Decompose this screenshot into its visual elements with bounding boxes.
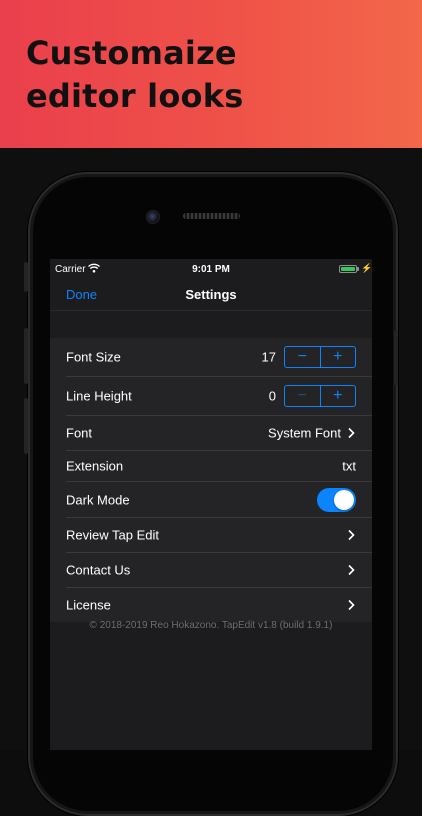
copyright-footer: © 2018-2019 Reo Hokazono. TapEdit v1.8 (… [89, 620, 333, 631]
status-time: 9:01 PM [192, 264, 230, 275]
dark-mode-toggle[interactable] [317, 487, 356, 512]
dark-mode-label: Dark Mode [66, 492, 130, 507]
font-size-label: Font Size [66, 349, 121, 365]
license-label: License [66, 597, 111, 613]
phone-screen: Carrier 9:01 PM ⚡ Done Settings Font Siz… [50, 259, 372, 750]
line-height-value: 0 [268, 388, 276, 404]
page-title: Settings [185, 287, 237, 302]
line-height-increment-button[interactable]: + [319, 386, 356, 406]
license-row[interactable]: License [66, 588, 372, 622]
promo-banner: Customaize editor looks [0, 0, 422, 148]
font-label: Font [66, 425, 93, 441]
toggle-knob [334, 489, 354, 510]
line-height-decrement-button[interactable]: − [285, 386, 320, 406]
chevron-right-icon [348, 427, 355, 439]
font-row[interactable]: Font System Font [66, 416, 372, 451]
line-height-row: Line Height 0 − + [66, 377, 372, 416]
mute-switch [24, 262, 28, 292]
contact-label: Contact Us [66, 562, 131, 578]
font-value: System Font [268, 425, 341, 441]
settings-list: Font Size 17 − + Line Height 0 − + Font … [50, 338, 372, 622]
chevron-right-icon [348, 599, 355, 611]
promo-headline-line2: editor looks [26, 77, 244, 115]
navigation-bar: Done Settings [50, 279, 372, 311]
extension-label: Extension [66, 458, 124, 474]
dark-mode-row: Dark Mode [66, 482, 372, 518]
battery-fill [341, 267, 355, 271]
extension-value: txt [342, 458, 356, 474]
volume-up-button [24, 328, 28, 384]
font-size-value: 17 [261, 349, 276, 365]
promo-headline-line1: Customaize [26, 34, 237, 72]
line-height-label: Line Height [66, 388, 132, 404]
contact-row[interactable]: Contact Us [66, 553, 372, 588]
chevron-right-icon [348, 529, 355, 541]
chevron-right-icon [348, 564, 355, 576]
promo-headline: Customaize editor looks [26, 32, 243, 118]
font-size-increment-button[interactable]: + [319, 347, 356, 367]
extension-row: Extension txt [66, 451, 372, 482]
status-bar: Carrier 9:01 PM ⚡ [50, 259, 372, 279]
battery-nub [357, 267, 359, 271]
review-row[interactable]: Review Tap Edit [66, 518, 372, 553]
font-size-decrement-button[interactable]: − [285, 347, 320, 367]
font-size-stepper[interactable]: − + [284, 346, 356, 368]
review-label: Review Tap Edit [66, 527, 159, 543]
volume-down-button [24, 398, 28, 454]
front-camera [146, 210, 160, 224]
line-height-stepper[interactable]: − + [284, 385, 356, 407]
power-button [394, 330, 398, 386]
battery-icon [339, 265, 357, 273]
earpiece-speaker [183, 213, 240, 219]
font-size-row: Font Size 17 − + [66, 338, 372, 377]
charging-bolt-icon: ⚡ [361, 263, 372, 273]
